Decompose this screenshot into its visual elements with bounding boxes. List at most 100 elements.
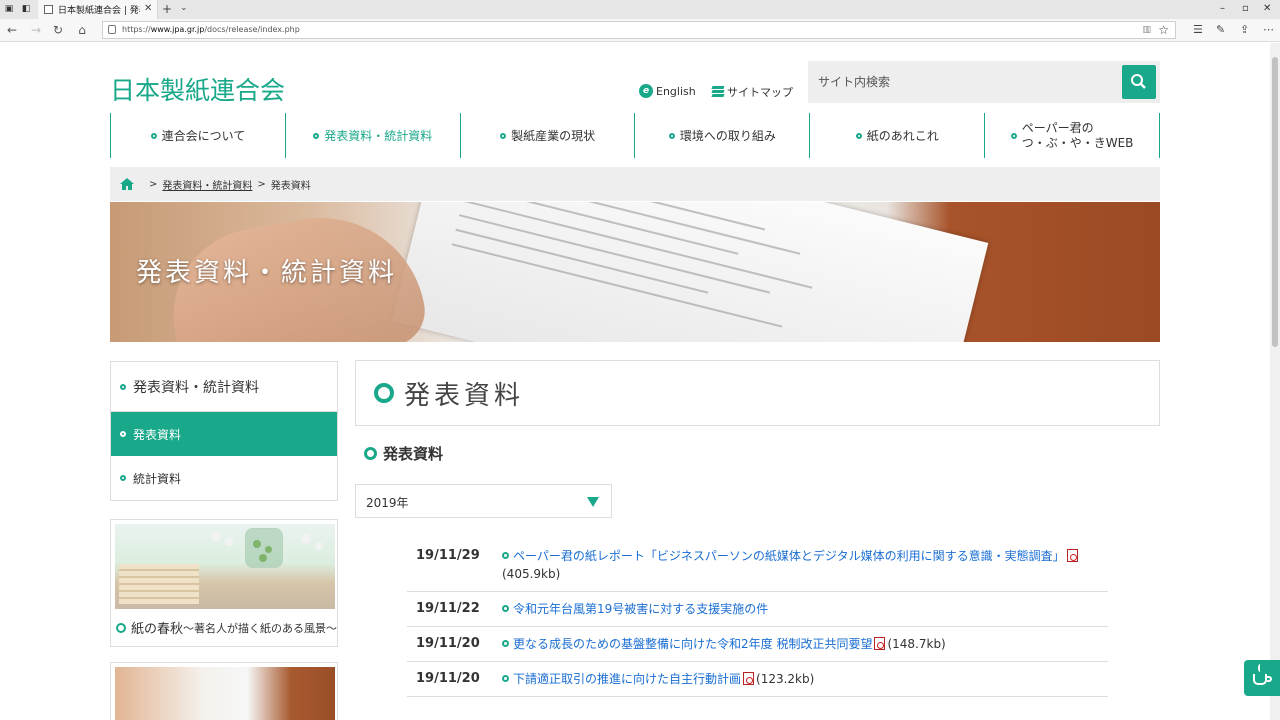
gnav-label: 紙のあれこれ: [866, 129, 939, 143]
browser-tab[interactable]: 日本製紙連合会 | 発表資 ✕: [38, 0, 158, 19]
year-select[interactable]: 2019年: [355, 484, 612, 518]
hero-banner: 発表資料・統計資料: [110, 202, 1160, 342]
sidebar-heading-label: 発表資料・統計資料: [133, 379, 259, 396]
english-link[interactable]: e English: [639, 84, 696, 98]
share-icon[interactable]: ⇪: [1240, 23, 1249, 36]
scrollbar-thumb[interactable]: [1272, 57, 1278, 347]
search-input[interactable]: [808, 61, 1120, 103]
breadcrumb-current: 発表資料: [270, 180, 311, 192]
home-icon[interactable]: [120, 177, 134, 191]
gnav-item-releases[interactable]: 発表資料・統計資料: [286, 113, 461, 158]
gnav-item-environment[interactable]: 環境への取り組み: [635, 113, 811, 158]
sidebar-item-label: 統計資料: [133, 471, 182, 486]
global-nav: 連合会について 発表資料・統計資料 製紙産業の現状 環境への取り組み 紙のあれこ…: [110, 113, 1160, 158]
english-icon: e: [639, 84, 653, 98]
favorite-star-icon[interactable]: ☆: [1158, 23, 1169, 37]
forward-icon[interactable]: →: [29, 23, 43, 37]
banner-title: 紙の春秋: [131, 622, 184, 637]
sidebar-item-label: 発表資料: [133, 427, 182, 442]
tab-bar: ▣ ◧ 日本製紙連合会 | 発表資 ✕ + ⌄ – ▫ ✕: [0, 0, 1280, 19]
more-icon[interactable]: ⋯: [1263, 23, 1274, 36]
home-icon[interactable]: ⌂: [75, 23, 89, 37]
address-bar-row: ← → ↻ ⌂ https://www.jpa.gr.jp/docs/relea…: [0, 19, 1280, 42]
gnav-item-paper-facts[interactable]: 紙のあれこれ: [810, 113, 986, 158]
bullet-icon: [502, 552, 509, 559]
back-icon[interactable]: ←: [5, 23, 19, 37]
sidebar-item-releases[interactable]: 発表資料: [111, 412, 337, 456]
sidebar-banner-2[interactable]: [110, 662, 338, 720]
site-logo[interactable]: 日本製紙連合会: [110, 71, 285, 107]
browser-window: ▣ ◧ 日本製紙連合会 | 発表資 ✕ + ⌄ – ▫ ✕ ← → ↻ ⌂ ht…: [0, 0, 1280, 720]
news-link[interactable]: ペーパー君の紙レポート「ビジネスパーソンの紙媒体とデジタル媒体の利用に関する意識…: [513, 549, 1065, 563]
breadcrumb-separator: >: [257, 178, 266, 190]
news-list: 19/11/29 ペーパー君の紙レポート「ビジネスパーソンの紙媒体とデジタル媒体…: [407, 539, 1108, 697]
gnav-label: 製紙産業の現状: [511, 129, 596, 143]
english-link-label: English: [656, 84, 696, 98]
banner-caption: 紙の春秋 〜著名人が描く紙のある風景〜: [116, 618, 337, 637]
refresh-icon[interactable]: ↻: [51, 23, 65, 37]
sitemap-link-label: サイトマップ: [727, 86, 793, 99]
bullet-icon: [150, 132, 157, 139]
page-favicon-icon: [44, 5, 53, 14]
gnav-label: 連合会について: [161, 129, 246, 143]
chevron-down-icon[interactable]: ⌄: [180, 3, 188, 13]
news-body: 下請適正取引の推進に向けた自主行動計画 (123.2kb): [502, 670, 1108, 688]
gnav-item-paper-kun[interactable]: ペーパー君の つ・ぶ・や・きWEB: [985, 113, 1160, 158]
new-tab-icon[interactable]: +: [162, 2, 172, 16]
news-link[interactable]: 更なる成長のための基盤整備に向けた令和2年度 税制改正共同要望: [513, 637, 872, 651]
pdf-icon[interactable]: [1066, 549, 1078, 562]
pdf-icon[interactable]: [874, 637, 886, 650]
bullet-icon: [120, 431, 126, 437]
breadcrumb-separator: >: [149, 178, 158, 190]
dropdown-triangle-icon: [587, 497, 599, 507]
news-file-size: (123.2kb): [756, 672, 815, 686]
news-row: 19/11/29 ペーパー君の紙レポート「ビジネスパーソンの紙媒体とデジタル媒体…: [407, 539, 1108, 592]
news-file-size: (405.9kb): [502, 567, 561, 581]
close-tab-icon[interactable]: ✕: [144, 3, 152, 14]
breadcrumb: > 発表資料・統計資料 > 発表資料: [110, 167, 1160, 201]
kami-no-shunju-banner[interactable]: 紙の春秋 〜著名人が描く紙のある風景〜: [110, 519, 338, 647]
sitemap-link[interactable]: サイトマップ: [711, 84, 793, 100]
favorites-bar-icon[interactable]: ☰: [1193, 23, 1203, 36]
pdf-icon[interactable]: [743, 672, 755, 685]
news-date: 19/11/20: [416, 671, 480, 686]
gnav-label: ペーパー君の つ・ぶ・や・きWEB: [1022, 121, 1134, 151]
gnav-item-about[interactable]: 連合会について: [111, 113, 286, 158]
reading-view-icon[interactable]: ▥: [1142, 25, 1151, 35]
search-button[interactable]: [1122, 65, 1156, 99]
minimize-icon[interactable]: –: [1220, 3, 1225, 14]
gnav-label: 発表資料・統計資料: [324, 129, 433, 143]
gnav-label-line1: ペーパー君の: [1021, 120, 1094, 135]
hero-title: 発表資料・統計資料: [136, 258, 398, 288]
web-page: 日本製紙連合会 e English サイトマップ 連合会について 発表資料・統計…: [0, 43, 1270, 720]
news-row: 19/11/22 令和元年台風第19号被害に対する支援実施の件: [407, 592, 1108, 627]
news-link[interactable]: 令和元年台風第19号被害に対する支援実施の件: [513, 602, 768, 616]
maximize-icon[interactable]: ▫: [1242, 3, 1249, 14]
gnav-label-line2: つ・ぶ・や・きWEB: [1021, 135, 1134, 150]
sidebar-item-statistics[interactable]: 統計資料: [111, 456, 337, 500]
coffee-cup-icon[interactable]: [1244, 660, 1280, 696]
url-field[interactable]: https://www.jpa.gr.jp/docs/release/index…: [102, 21, 1176, 39]
breadcrumb-parent-link[interactable]: 発表資料・統計資料: [162, 177, 252, 192]
news-file-size: (148.7kb): [887, 637, 946, 651]
title-ring-icon: [374, 383, 394, 403]
search-icon: [1131, 74, 1146, 89]
sidebar-heading[interactable]: 発表資料・統計資料: [111, 362, 337, 412]
window-close-icon[interactable]: ✕: [1263, 3, 1271, 14]
tab-actions-icon[interactable]: ▣: [3, 3, 15, 15]
notes-icon[interactable]: ✎: [1216, 23, 1225, 36]
page-title: 発表資料: [404, 380, 525, 411]
banner-subtitle: 〜著名人が描く紙のある風景〜: [183, 621, 338, 635]
news-date: 19/11/20: [416, 636, 480, 651]
tab-preview-icon[interactable]: ◧: [20, 3, 32, 15]
bullet-icon: [502, 675, 509, 682]
gnav-item-industry[interactable]: 製紙産業の現状: [461, 113, 636, 158]
news-row: 19/11/20 下請適正取引の推進に向けた自主行動計画 (123.2kb): [407, 662, 1108, 697]
sidebar: 発表資料・統計資料 発表資料 統計資料: [110, 361, 338, 501]
bullet-icon: [668, 132, 675, 139]
section-title: 発表資料: [383, 445, 444, 463]
gnav-label: 環境への取り組み: [679, 129, 776, 143]
news-link[interactable]: 下請適正取引の推進に向けた自主行動計画: [513, 672, 741, 686]
page-scrollbar[interactable]: [1270, 43, 1280, 720]
section-heading: 発表資料: [364, 443, 443, 464]
